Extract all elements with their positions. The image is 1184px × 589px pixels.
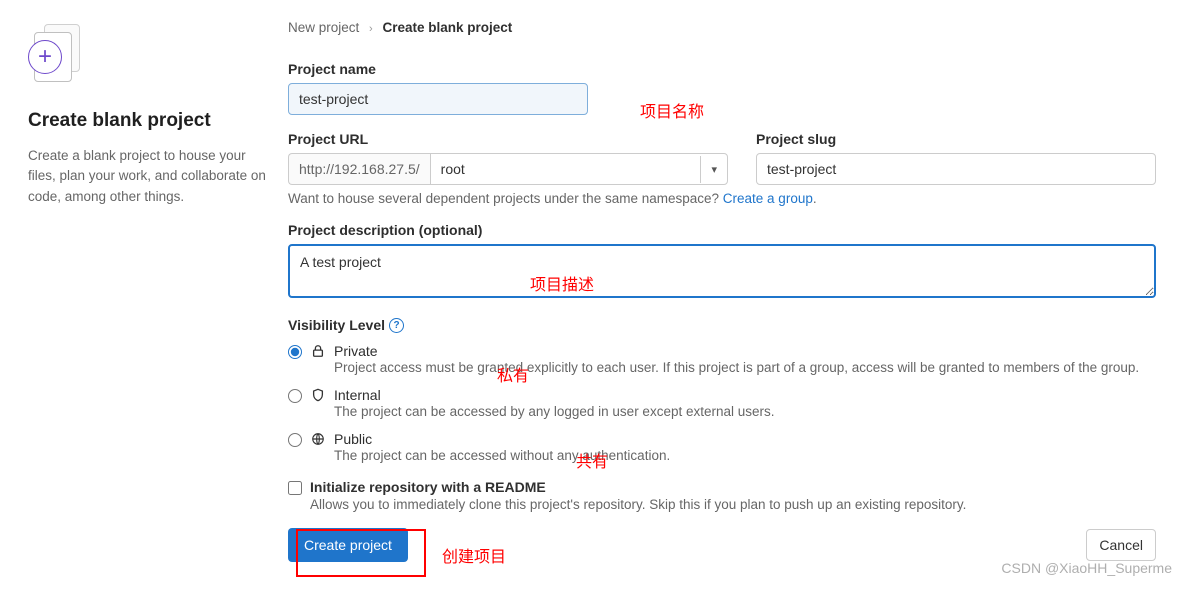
namespace-hint: Want to house several dependent projects… [288,191,1156,206]
visibility-public-desc: The project can be accessed without any … [334,448,1156,463]
project-description-input[interactable]: A test project [288,244,1156,298]
breadcrumb: New project › Create blank project [288,20,1156,35]
create-group-link[interactable]: Create a group [723,191,813,206]
breadcrumb-current: Create blank project [382,20,512,35]
breadcrumb-parent[interactable]: New project [288,20,359,35]
init-readme-desc: Allows you to immediately clone this pro… [310,497,966,512]
namespace-value: root [431,154,701,184]
project-slug-label: Project slug [756,131,1156,147]
visibility-private-title: Private [334,343,1156,359]
visibility-internal-title: Internal [334,387,1156,403]
blank-project-icon: + [28,24,272,82]
visibility-label: Visibility Level [288,317,385,333]
project-url-label: Project URL [288,131,728,147]
visibility-public-radio[interactable] [288,433,302,447]
project-name-input[interactable] [288,83,588,115]
chevron-down-icon: ▾ [700,156,727,183]
visibility-internal-radio[interactable] [288,389,302,403]
page-title: Create blank project [28,110,272,132]
shield-icon [310,388,326,402]
visibility-internal-desc: The project can be accessed by any logge… [334,404,1156,419]
chevron-right-icon: › [369,23,373,35]
create-project-button[interactable]: Create project [288,528,408,562]
visibility-private-radio[interactable] [288,345,302,359]
watermark: CSDN @XiaoHH_Superme [1001,560,1172,576]
init-readme-label: Initialize repository with a README [310,479,546,495]
namespace-select[interactable]: root ▾ [430,153,728,185]
globe-icon [310,432,326,446]
page-description: Create a blank project to house your fil… [28,146,272,207]
visibility-private-desc: Project access must be granted explicitl… [334,360,1156,375]
visibility-public-title: Public [334,431,1156,447]
project-name-label: Project name [288,61,588,77]
init-readme-checkbox[interactable] [288,481,302,495]
project-slug-input[interactable] [756,153,1156,185]
lock-icon [310,344,326,358]
cancel-button[interactable]: Cancel [1086,529,1156,561]
project-description-label: Project description (optional) [288,222,1156,238]
project-url-prefix: http://192.168.27.5/ [288,153,430,185]
help-icon[interactable]: ? [389,318,404,333]
